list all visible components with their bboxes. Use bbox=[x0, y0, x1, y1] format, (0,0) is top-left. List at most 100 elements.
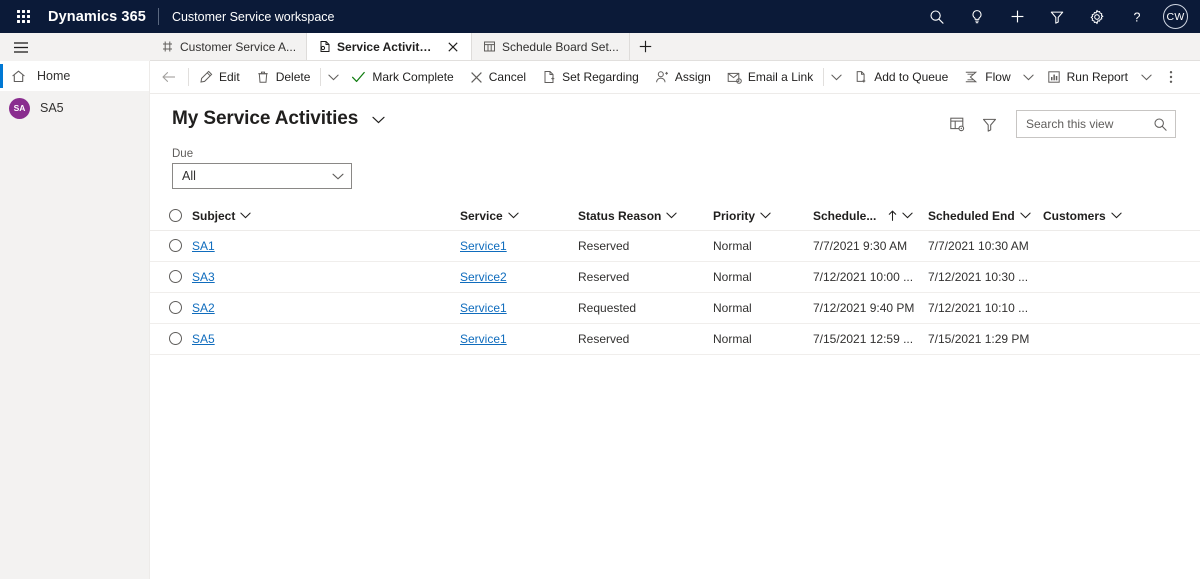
cell-subject[interactable]: SA5 bbox=[192, 323, 460, 355]
row-select-cell[interactable] bbox=[150, 261, 192, 293]
chevron-down-icon[interactable] bbox=[1111, 212, 1122, 219]
due-filter-select[interactable]: All bbox=[172, 163, 352, 189]
scheduled-start-value: 7/12/2021 9:40 PM bbox=[813, 300, 915, 315]
command-label: Assign bbox=[674, 70, 711, 84]
cell-service[interactable]: Service2 bbox=[460, 261, 578, 293]
back-arrow-icon[interactable] bbox=[156, 64, 182, 90]
table-row[interactable]: SA1 Service1 Reserved Normal 7/7/2021 9:… bbox=[150, 230, 1200, 262]
session-tab-service-activities[interactable]: Service Activities My Ser... bbox=[307, 33, 473, 60]
table-row[interactable]: SA5 Service1 Reserved Normal 7/15/2021 1… bbox=[150, 323, 1200, 355]
chevron-down-icon[interactable] bbox=[323, 64, 343, 90]
view-tools bbox=[942, 108, 1178, 138]
hamburger-menu-icon[interactable] bbox=[10, 36, 32, 58]
chevron-down-icon[interactable] bbox=[902, 212, 913, 219]
search-input[interactable] bbox=[1026, 117, 1153, 131]
chevron-down-icon[interactable] bbox=[760, 212, 771, 219]
edit-button[interactable]: Edit bbox=[191, 64, 248, 90]
header-select-all[interactable] bbox=[150, 202, 192, 231]
filter-icon[interactable] bbox=[1037, 0, 1077, 33]
cell-service[interactable]: Service1 bbox=[460, 230, 578, 262]
table-row[interactable]: SA3 Service2 Reserved Normal 7/12/2021 1… bbox=[150, 261, 1200, 293]
sidebar-item-home[interactable]: Home bbox=[0, 61, 149, 91]
row-select-radio[interactable] bbox=[168, 301, 182, 314]
cell-subject[interactable]: SA1 bbox=[192, 230, 460, 262]
command-label: Mark Complete bbox=[372, 70, 454, 84]
avatar[interactable]: CW bbox=[1163, 4, 1188, 29]
header-customers[interactable]: Customers bbox=[1043, 202, 1200, 231]
run-report-button[interactable]: Run Report bbox=[1039, 64, 1136, 90]
chevron-down-icon[interactable] bbox=[372, 116, 385, 124]
header-scheduled-end[interactable]: Scheduled End bbox=[928, 202, 1043, 231]
header-subject[interactable]: Subject bbox=[192, 202, 460, 231]
subject-link[interactable]: SA3 bbox=[192, 270, 215, 284]
email-link-icon bbox=[727, 71, 742, 84]
flow-button[interactable]: Flow bbox=[956, 64, 1018, 90]
row-select-radio[interactable] bbox=[168, 270, 182, 283]
service-link[interactable]: Service1 bbox=[460, 239, 507, 253]
header-status-reason[interactable]: Status Reason bbox=[578, 202, 713, 231]
service-link[interactable]: Service1 bbox=[460, 301, 507, 315]
more-commands-icon[interactable] bbox=[1158, 64, 1184, 90]
service-link[interactable]: Service1 bbox=[460, 332, 507, 346]
edit-filters-icon[interactable] bbox=[974, 110, 1004, 138]
assign-button[interactable]: Assign bbox=[647, 64, 719, 90]
close-icon[interactable] bbox=[445, 39, 461, 55]
header-priority[interactable]: Priority bbox=[713, 202, 813, 231]
delete-button[interactable]: Delete bbox=[248, 64, 319, 90]
command-label: Run Report bbox=[1066, 70, 1128, 84]
cell-subject[interactable]: SA3 bbox=[192, 261, 460, 293]
cell-subject[interactable]: SA2 bbox=[192, 292, 460, 324]
command-label: Flow bbox=[985, 70, 1011, 84]
header-service[interactable]: Service bbox=[460, 202, 578, 231]
subject-link[interactable]: SA1 bbox=[192, 239, 215, 253]
mark-complete-button[interactable]: Mark Complete bbox=[343, 64, 461, 90]
app-launcher-icon[interactable] bbox=[6, 3, 40, 31]
gear-icon[interactable] bbox=[1077, 0, 1117, 33]
service-link[interactable]: Service2 bbox=[460, 270, 507, 284]
table-row[interactable]: SA2 Service1 Requested Normal 7/12/2021 … bbox=[150, 292, 1200, 324]
grid-table: Subject Service Status Reason Priority S… bbox=[150, 202, 1200, 355]
row-select-radio[interactable] bbox=[168, 239, 182, 252]
search-icon[interactable] bbox=[917, 0, 957, 33]
pencil-icon bbox=[199, 70, 213, 84]
chevron-down-icon[interactable] bbox=[666, 212, 677, 219]
set-regarding-button[interactable]: Set Regarding bbox=[534, 64, 647, 90]
plus-icon[interactable] bbox=[997, 0, 1037, 33]
chevron-down-icon[interactable] bbox=[1136, 64, 1156, 90]
activity-icon bbox=[318, 40, 331, 53]
search-box[interactable] bbox=[1016, 110, 1176, 138]
chevron-down-icon[interactable] bbox=[1019, 64, 1039, 90]
select-all-radio[interactable] bbox=[168, 209, 182, 223]
header-scheduled-start[interactable]: Schedule... bbox=[813, 202, 928, 231]
session-tab-schedule-board[interactable]: Schedule Board Set... bbox=[472, 33, 630, 60]
email-a-link-button[interactable]: Email a Link bbox=[719, 64, 821, 90]
edit-columns-icon[interactable] bbox=[942, 110, 972, 138]
priority-value: Normal bbox=[713, 331, 752, 346]
priority-value: Normal bbox=[713, 269, 752, 284]
page-title-group[interactable]: My Service Activities bbox=[172, 108, 385, 130]
lightbulb-icon[interactable] bbox=[957, 0, 997, 33]
body-split: Home SA SA5 Edit Delete Mark Complete Ca… bbox=[0, 61, 1200, 579]
row-select-cell[interactable] bbox=[150, 292, 192, 324]
subject-link[interactable]: SA5 bbox=[192, 332, 215, 346]
chevron-down-icon[interactable] bbox=[1020, 212, 1031, 219]
help-icon[interactable]: ? bbox=[1117, 0, 1157, 33]
row-select-cell[interactable] bbox=[150, 230, 192, 262]
cell-service[interactable]: Service1 bbox=[460, 323, 578, 355]
cell-service[interactable]: Service1 bbox=[460, 292, 578, 324]
row-select-radio[interactable] bbox=[168, 332, 182, 345]
search-icon[interactable] bbox=[1153, 117, 1168, 132]
main-content: Edit Delete Mark Complete Cancel Set Reg… bbox=[150, 61, 1200, 579]
cancel-button[interactable]: Cancel bbox=[462, 64, 534, 90]
chevron-down-icon[interactable] bbox=[508, 212, 519, 219]
row-select-cell[interactable] bbox=[150, 323, 192, 355]
chevron-down-icon[interactable] bbox=[240, 212, 251, 219]
cell-status-reason: Reserved bbox=[578, 230, 713, 262]
new-tab-plus-icon[interactable] bbox=[629, 33, 662, 60]
add-to-queue-button[interactable]: Add to Queue bbox=[846, 64, 956, 90]
cell-scheduled-end: 7/12/2021 10:10 ... bbox=[928, 292, 1043, 324]
session-tab-customer-service[interactable]: Customer Service A... bbox=[150, 33, 308, 60]
subject-link[interactable]: SA2 bbox=[192, 301, 215, 315]
sidebar-item-sa5[interactable]: SA SA5 bbox=[0, 93, 149, 123]
chevron-down-icon[interactable] bbox=[826, 64, 846, 90]
